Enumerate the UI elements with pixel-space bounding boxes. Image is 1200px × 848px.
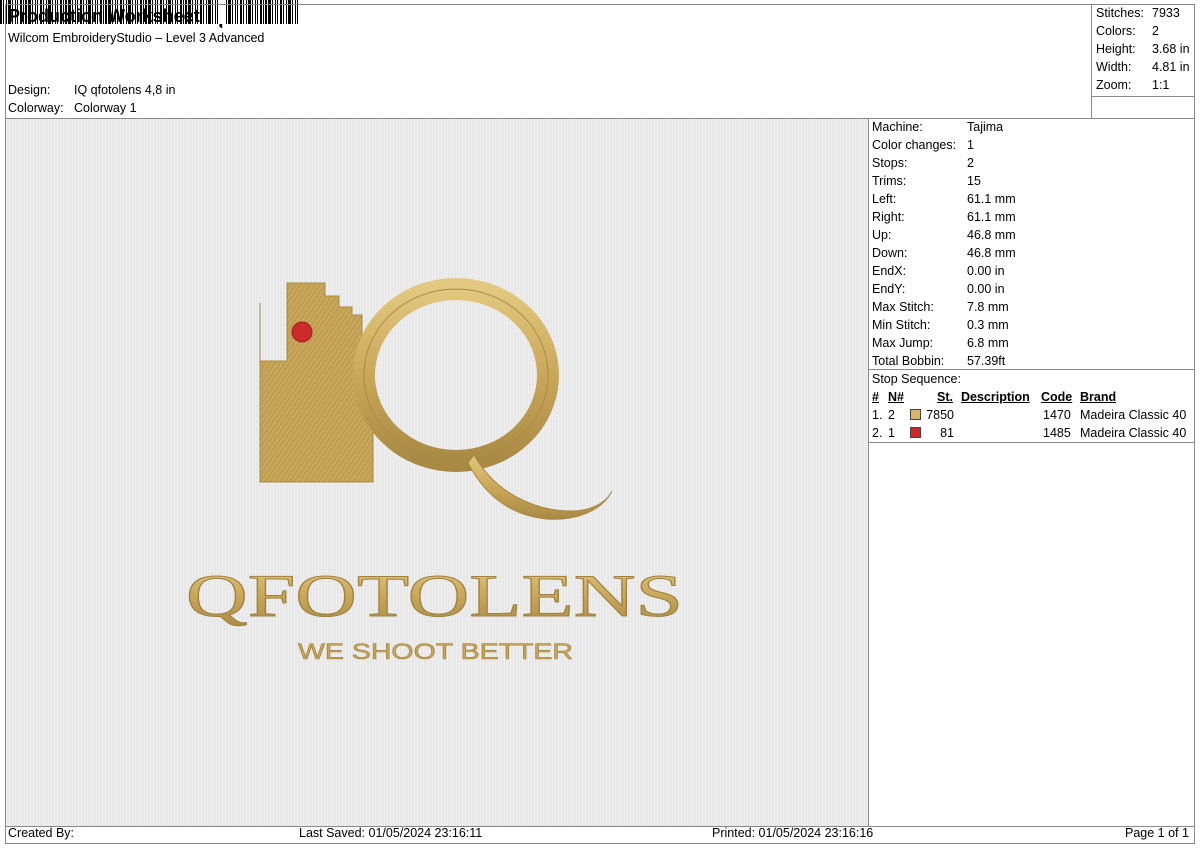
red-dot-shape <box>291 321 313 343</box>
endy-label: EndY: <box>872 282 906 296</box>
col-header-description: Description <box>961 390 1030 404</box>
color-changes-value: 1 <box>967 138 974 152</box>
color-changes-label: Color changes: <box>872 138 957 152</box>
summary-width-value: 4.81 in <box>1152 60 1190 74</box>
max-stitch-value: 7.8 mm <box>967 300 1009 314</box>
stops-value: 2 <box>967 156 974 170</box>
row-num: 1. <box>872 408 883 422</box>
row-brand: Madeira Classic 40 <box>1080 426 1187 440</box>
min-stitch-value: 0.3 mm <box>967 318 1009 332</box>
row-stitches: 81 <box>940 426 954 440</box>
footer-created-by: Created By: <box>8 826 75 840</box>
summary-stitches-label: Stitches: <box>1096 6 1144 20</box>
q-ring-shape <box>353 278 559 472</box>
design-row: Design: IQ qfotolens 4,8 in <box>8 83 175 97</box>
col-header-needle: N# <box>888 390 904 404</box>
col-header-code: Code <box>1041 390 1073 404</box>
summary-zoom-label: Zoom: <box>1096 78 1132 92</box>
row-code: 1485 <box>1043 426 1071 440</box>
right-value: 61.1 mm <box>967 210 1016 224</box>
footer-printed: Printed: 01/05/2024 23:16:16 <box>712 826 874 840</box>
footer-last-saved: Last Saved: 01/05/2024 23:16:11 <box>299 826 483 840</box>
colorway-row: Colorway: Colorway 1 <box>8 101 137 115</box>
summary-colors-label: Colors: <box>1096 24 1136 38</box>
summary-stitches-value: 7933 <box>1152 6 1180 20</box>
total-bobbin-value: 57.39ft <box>967 354 1006 368</box>
trims-value: 15 <box>967 174 981 188</box>
row-num: 2. <box>872 426 883 440</box>
software-name: Wilcom EmbroideryStudio – Level 3 Advanc… <box>8 31 265 45</box>
row-code: 1470 <box>1043 408 1071 422</box>
worksheet-title: Production Worksheet <box>8 6 200 26</box>
max-jump-value: 6.8 mm <box>967 336 1009 350</box>
frame-stop-bottom <box>868 442 1195 443</box>
up-label: Up: <box>872 228 892 242</box>
summary-zoom-value: 1:1 <box>1152 78 1170 92</box>
left-value: 61.1 mm <box>967 192 1016 206</box>
endx-value: 0.00 in <box>967 264 1005 278</box>
summary-colors-value: 2 <box>1152 24 1159 38</box>
max-stitch-label: Max Stitch: <box>872 300 934 314</box>
endy-value: 0.00 in <box>967 282 1005 296</box>
colorway-value: Colorway 1 <box>74 101 137 115</box>
footer-page-number: Page 1 of 1 <box>1125 826 1189 840</box>
frame-footer-top <box>5 826 1195 827</box>
row-needle: 1 <box>888 426 895 440</box>
col-header-num: # <box>872 390 879 404</box>
row-stitches: 7850 <box>926 408 954 422</box>
down-label: Down: <box>872 246 908 260</box>
svg-text:,: , <box>218 10 224 28</box>
design-label: Design: <box>8 83 51 97</box>
max-jump-label: Max Jump: <box>872 336 934 350</box>
row-brand: Madeira Classic 40 <box>1080 408 1187 422</box>
right-label: Right: <box>872 210 905 224</box>
endx-label: EndX: <box>872 264 907 278</box>
frame-summary-bottom <box>1091 96 1195 97</box>
frame-right <box>1194 4 1195 844</box>
down-value: 46.8 mm <box>967 246 1016 260</box>
stops-label: Stops: <box>872 156 908 170</box>
total-bobbin-label: Total Bobbin: <box>872 354 945 368</box>
color-swatch <box>910 427 921 438</box>
stop-sequence-title: Stop Sequence: <box>872 372 961 386</box>
col-header-brand: Brand <box>1080 390 1117 404</box>
col-header-stitches: St. <box>937 390 953 404</box>
summary-height-value: 3.68 in <box>1152 42 1190 56</box>
frame-canvas-right <box>868 118 869 827</box>
frame-summary-left <box>1091 4 1092 119</box>
colorway-label: Colorway: <box>8 101 64 115</box>
trims-label: Trims: <box>872 174 907 188</box>
embroidery-design: QFOTOLENS WE SHOOT BETTER <box>186 278 684 664</box>
frame-top <box>5 4 1195 5</box>
min-stitch-label: Min Stitch: <box>872 318 931 332</box>
color-swatch <box>910 409 921 420</box>
machine-value: Tajima <box>967 120 1004 134</box>
machine-label: Machine: <box>872 120 923 134</box>
up-value: 46.8 mm <box>967 228 1016 242</box>
design-tagline-text: WE SHOOT BETTER <box>298 639 573 664</box>
summary-height-label: Height: <box>1096 42 1136 56</box>
design-value: IQ qfotolens 4,8 in <box>74 83 176 97</box>
frame-bottom <box>5 843 1195 844</box>
row-needle: 2 <box>888 408 895 422</box>
design-brand-text: QFOTOLENS <box>186 563 683 629</box>
summary-width-label: Width: <box>1096 60 1132 74</box>
frame-info-bottom <box>868 369 1195 370</box>
design-preview-canvas: QFOTOLENS WE SHOOT BETTER <box>6 119 868 826</box>
left-label: Left: <box>872 192 897 206</box>
